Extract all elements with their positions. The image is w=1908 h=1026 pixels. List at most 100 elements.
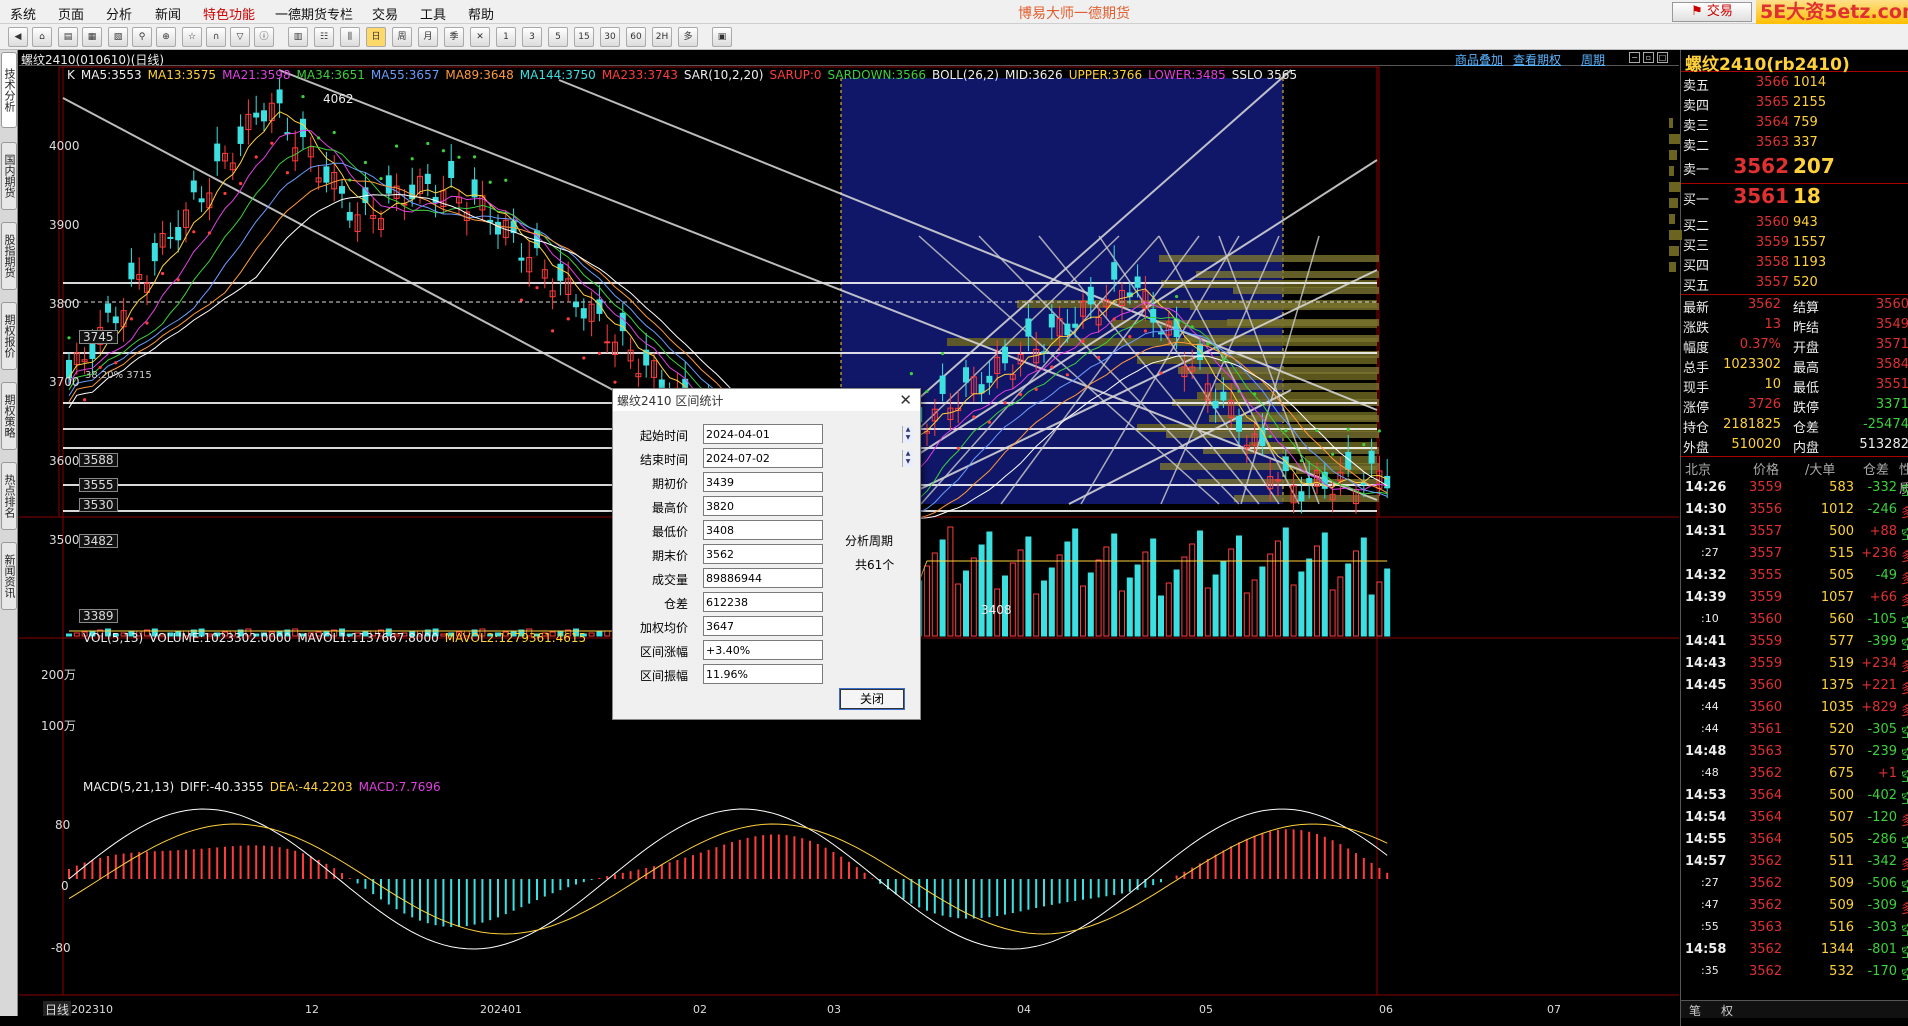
sar-dot	[1128, 335, 1132, 339]
sar-dot	[582, 356, 586, 360]
custom-period-icon[interactable]: 多	[678, 27, 698, 47]
menu-features[interactable]: 特色功能	[203, 4, 255, 23]
menu-system[interactable]: 系统	[10, 4, 36, 23]
tab-domestic-futures[interactable]: 国内期货	[1, 142, 17, 210]
year-period-icon[interactable]: ✕	[470, 27, 490, 47]
tab-option-quotes[interactable]: 期权报价	[1, 302, 17, 370]
back-icon[interactable]: ◀	[8, 27, 28, 47]
stat-field[interactable]: 3439	[703, 472, 823, 492]
kline-icon[interactable]: ⫼	[340, 27, 360, 47]
tab-hot-ranking[interactable]: 热点排名	[1, 462, 17, 530]
tick-oi-change: -120	[1867, 810, 1897, 825]
tab-rights[interactable]: 权	[1721, 1002, 1733, 1019]
min15-icon[interactable]: 15	[574, 27, 594, 47]
dialog-row: 区间涨幅 +3.40%	[613, 640, 920, 660]
info-icon[interactable]: ⓘ	[254, 27, 274, 47]
bid-row[interactable]: 买二 3560 943	[1681, 214, 1908, 234]
zoom-icon[interactable]: ⊕	[156, 27, 176, 47]
search-icon[interactable]: ⚲	[132, 27, 152, 47]
stat-field[interactable]: 612238	[703, 592, 823, 612]
candle	[986, 375, 993, 383]
close-icon[interactable]: ✕	[899, 391, 912, 409]
magnet-icon[interactable]: ∩	[206, 27, 226, 47]
maximize-icon[interactable]: □	[1657, 52, 1668, 63]
close-button[interactable]: 关闭	[839, 688, 905, 710]
trade-button[interactable]: ⚑ 交易	[1672, 2, 1752, 22]
table-icon[interactable]: ☷	[314, 27, 334, 47]
stat-field[interactable]: 3820	[703, 496, 823, 516]
overlay-link[interactable]: 商品叠加	[1455, 51, 1503, 68]
ask-row[interactable]: 卖二 3563 337	[1681, 134, 1908, 154]
tick-row: 14:48 3563 570 -239 空	[1681, 744, 1908, 766]
ask-row[interactable]: 卖五 3566 1014	[1681, 74, 1908, 94]
spin-icon[interactable]: ▲ ▼	[902, 450, 913, 467]
quarter-period-icon[interactable]: 季	[444, 27, 464, 47]
bid-row[interactable]: 买一 3561 18	[1681, 184, 1908, 212]
min30-icon[interactable]: 30	[600, 27, 620, 47]
menu-news[interactable]: 新闻	[155, 4, 181, 23]
menu-analysis[interactable]: 分析	[106, 4, 132, 23]
ask-row[interactable]: 卖一 3562 207	[1681, 154, 1908, 182]
stat-field[interactable]: 3647	[703, 616, 823, 636]
tab-news-info[interactable]: 新闻资讯	[1, 542, 17, 610]
ask-price: 3563	[1755, 135, 1789, 150]
stat-value: 10	[1764, 377, 1781, 392]
week-period-icon[interactable]: 周	[392, 27, 412, 47]
sar-dot	[987, 420, 992, 424]
period-link[interactable]: 周期	[1581, 51, 1605, 68]
bid-row[interactable]: 买四 3558 1193	[1681, 254, 1908, 274]
menu-help[interactable]: 帮助	[468, 4, 494, 23]
stat-label: 最高价	[651, 501, 688, 515]
view-options-link[interactable]: 查看期权	[1513, 51, 1561, 68]
menu-trade[interactable]: 交易	[372, 4, 398, 23]
stat-field[interactable]: 3562	[703, 544, 823, 564]
bid-row[interactable]: 买三 3559 1557	[1681, 234, 1908, 254]
stat-field[interactable]: +3.40%	[703, 640, 823, 660]
candle	[518, 257, 525, 261]
ask-row[interactable]: 卖四 3565 2155	[1681, 94, 1908, 114]
star-icon[interactable]: ☆	[182, 27, 202, 47]
tab-ticks[interactable]: 笔	[1689, 1002, 1701, 1019]
min5-icon[interactable]: 5	[548, 27, 568, 47]
day-period-icon[interactable]: 日	[366, 27, 386, 47]
min240-icon[interactable]: 2H	[652, 27, 672, 47]
tick-oi-change: +221	[1861, 678, 1897, 693]
calc-icon[interactable]: ▥	[288, 27, 308, 47]
month-period-icon[interactable]: 月	[418, 27, 438, 47]
sar-dot	[1221, 358, 1225, 362]
tab-index-futures[interactable]: 股指期货	[1, 222, 17, 290]
volume-bar	[1290, 584, 1297, 637]
tab-option-strategy[interactable]: 期权策略	[1, 382, 17, 450]
ask-price: 3566	[1755, 75, 1789, 90]
filter-icon[interactable]: ▽	[230, 27, 250, 47]
book-icon[interactable]: ▤	[58, 27, 78, 47]
min3-icon[interactable]: 3	[522, 27, 542, 47]
stat-field[interactable]: 3408	[703, 520, 823, 540]
min60-icon[interactable]: 60	[626, 27, 646, 47]
draw-icon[interactable]: ▣	[712, 27, 732, 47]
chart-icon[interactable]: ▦	[82, 27, 102, 47]
restore-icon[interactable]: ▫	[1643, 52, 1654, 63]
start-time-field[interactable]: 2024-04-01 ▲ ▼	[703, 424, 913, 444]
minimize-icon[interactable]: −	[1629, 52, 1640, 63]
stat-field[interactable]: 89886944	[703, 568, 823, 588]
ask-row[interactable]: 卖三 3564 759	[1681, 114, 1908, 134]
menu-yide-column[interactable]: 一德期货专栏	[275, 4, 353, 23]
end-time-field[interactable]: 2024-07-02 ▲ ▼	[703, 448, 913, 468]
sar-dot	[535, 286, 539, 290]
menu-page[interactable]: 页面	[58, 4, 84, 23]
bid-row[interactable]: 买五 3557 520	[1681, 274, 1908, 294]
volume-bar	[947, 526, 954, 637]
stat-field[interactable]: 11.96%	[703, 664, 823, 684]
tab-technical[interactable]: 技术分析	[1, 52, 17, 128]
tick-row: 14:26 3559 583 -332 空	[1681, 480, 1908, 502]
spin-icon[interactable]: ▲ ▼	[902, 426, 913, 443]
grid-icon[interactable]: ▧	[108, 27, 128, 47]
ask-volume: 207	[1793, 154, 1835, 178]
sar-dot	[1143, 329, 1147, 333]
menu-tools[interactable]: 工具	[420, 4, 446, 23]
min1-icon[interactable]: 1	[496, 27, 516, 47]
home-icon[interactable]: ⌂	[32, 27, 52, 47]
app-title: 博易大师一德期货	[1018, 6, 1130, 22]
tick-volume: 505	[1829, 568, 1854, 583]
